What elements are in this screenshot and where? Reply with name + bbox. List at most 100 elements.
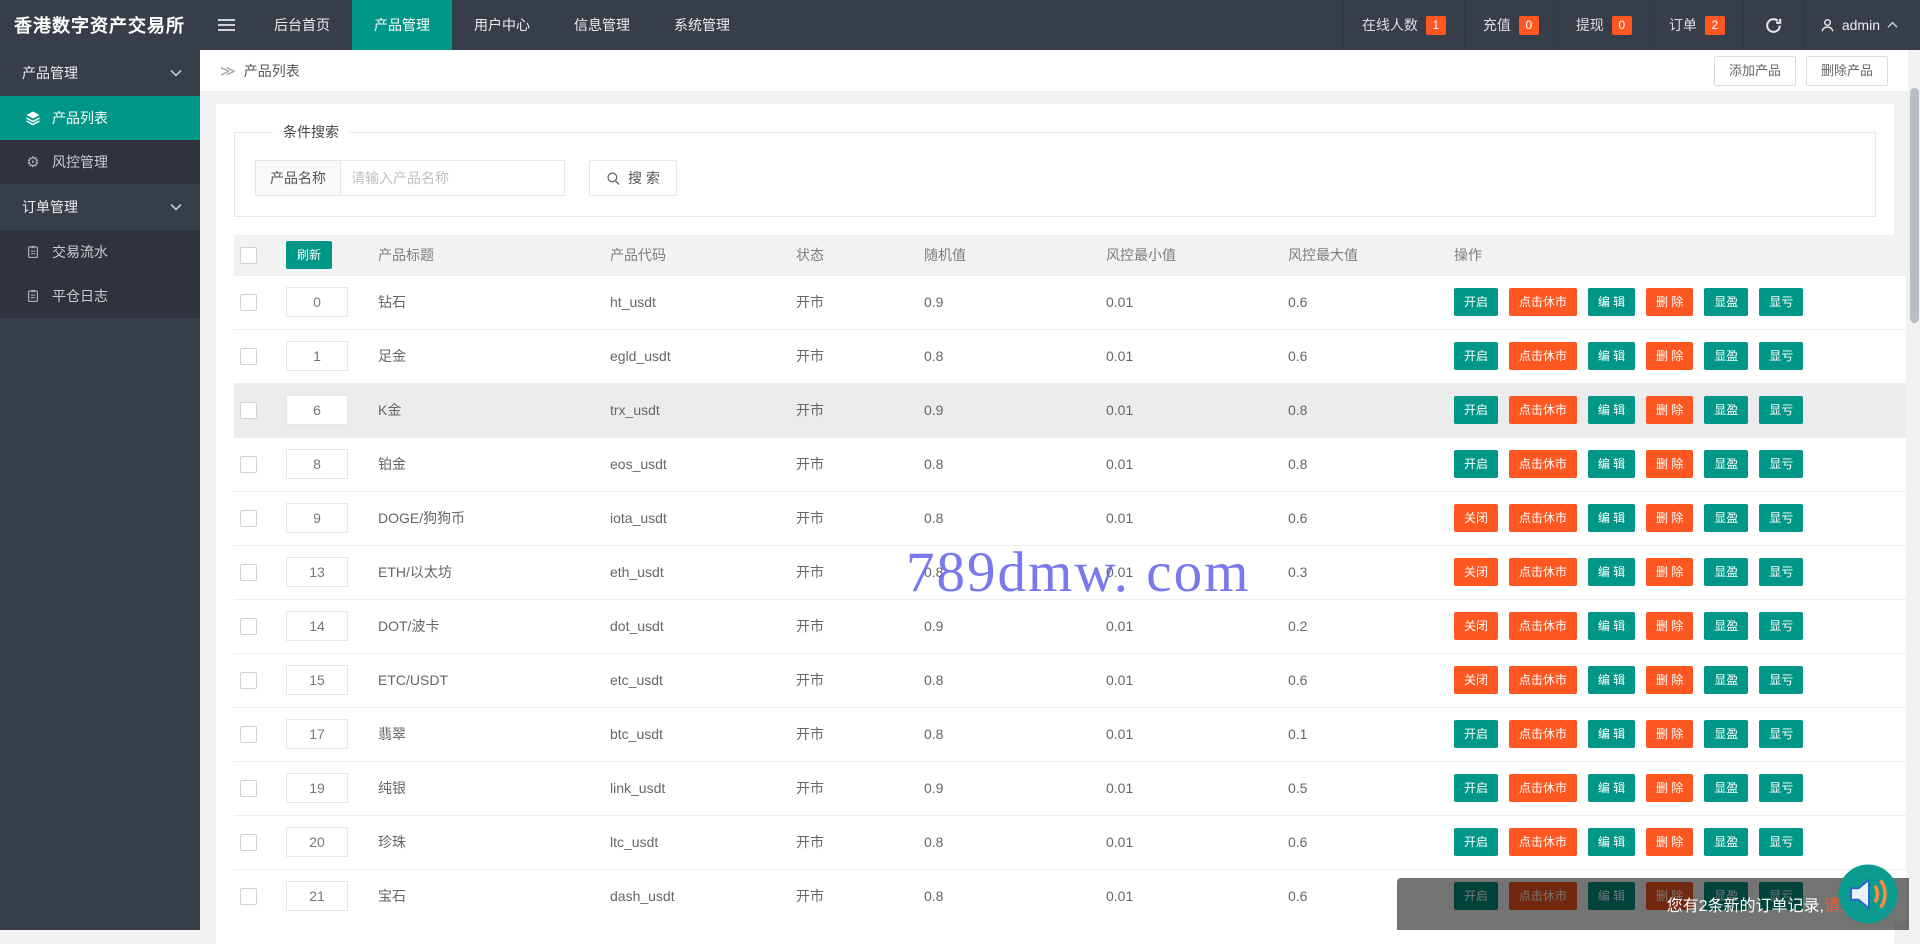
show-loss-button[interactable]: 显亏: [1759, 666, 1803, 694]
rest-market-button[interactable]: 点击休市: [1509, 342, 1577, 370]
edit-button[interactable]: 编 辑: [1588, 342, 1635, 370]
edit-button[interactable]: 编 辑: [1588, 720, 1635, 748]
sidebar-item-product-list[interactable]: 产品列表: [0, 96, 200, 140]
edit-button[interactable]: 编 辑: [1588, 828, 1635, 856]
row-checkbox[interactable]: [240, 780, 257, 797]
show-loss-button[interactable]: 显亏: [1759, 774, 1803, 802]
show-profit-button[interactable]: 显盈: [1704, 828, 1748, 856]
toggle-market-button[interactable]: 开启: [1454, 720, 1498, 748]
toggle-market-button[interactable]: 关闭: [1454, 504, 1498, 532]
show-loss-button[interactable]: 显亏: [1759, 720, 1803, 748]
row-checkbox[interactable]: [240, 834, 257, 851]
sidebar-group-product[interactable]: 产品管理: [0, 50, 200, 96]
show-loss-button[interactable]: 显亏: [1759, 288, 1803, 316]
toggle-market-button[interactable]: 开启: [1454, 828, 1498, 856]
select-all-checkbox[interactable]: [240, 247, 257, 264]
show-profit-button[interactable]: 显盈: [1704, 720, 1748, 748]
rest-market-button[interactable]: 点击休市: [1509, 774, 1577, 802]
tab-product-management[interactable]: 产品管理: [352, 0, 452, 50]
tab-user-center[interactable]: 用户中心: [452, 0, 552, 50]
sort-order-input[interactable]: 0: [286, 287, 348, 317]
user-menu[interactable]: admin: [1803, 0, 1920, 50]
show-profit-button[interactable]: 显盈: [1704, 666, 1748, 694]
delete-product-button[interactable]: 删除产品: [1806, 56, 1888, 86]
toggle-market-button[interactable]: 开启: [1454, 342, 1498, 370]
delete-button[interactable]: 删 除: [1646, 342, 1693, 370]
show-loss-button[interactable]: 显亏: [1759, 450, 1803, 478]
collapse-sidebar-button[interactable]: [200, 0, 252, 50]
orders-stat[interactable]: 订单 2: [1650, 0, 1743, 50]
show-loss-button[interactable]: 显亏: [1759, 612, 1803, 640]
product-name-input[interactable]: [340, 160, 565, 196]
row-checkbox[interactable]: [240, 348, 257, 365]
show-loss-button[interactable]: 显亏: [1759, 558, 1803, 586]
sort-order-input[interactable]: 8: [286, 449, 348, 479]
toggle-market-button[interactable]: 关闭: [1454, 666, 1498, 694]
toggle-market-button[interactable]: 开启: [1454, 774, 1498, 802]
toggle-market-button[interactable]: 开启: [1454, 450, 1498, 478]
row-checkbox[interactable]: [240, 726, 257, 743]
delete-button[interactable]: 删 除: [1646, 288, 1693, 316]
add-product-button[interactable]: 添加产品: [1714, 56, 1796, 86]
withdraw-stat[interactable]: 提现 0: [1557, 0, 1650, 50]
sort-order-input[interactable]: 14: [286, 611, 348, 641]
refresh-table-button[interactable]: 刷新: [286, 241, 332, 269]
sort-order-input[interactable]: 13: [286, 557, 348, 587]
sort-order-input[interactable]: 15: [286, 665, 348, 695]
show-loss-button[interactable]: 显亏: [1759, 342, 1803, 370]
edit-button[interactable]: 编 辑: [1588, 612, 1635, 640]
sidebar-item-risk-management[interactable]: ⚙ 风控管理: [0, 140, 200, 184]
rest-market-button[interactable]: 点击休市: [1509, 828, 1577, 856]
toggle-market-button[interactable]: 开启: [1454, 288, 1498, 316]
notification-sound-button[interactable]: [1836, 862, 1900, 926]
row-checkbox[interactable]: [240, 456, 257, 473]
rest-market-button[interactable]: 点击休市: [1509, 720, 1577, 748]
sidebar-item-trade-flow[interactable]: 交易流水: [0, 230, 200, 274]
edit-button[interactable]: 编 辑: [1588, 396, 1635, 424]
show-loss-button[interactable]: 显亏: [1759, 828, 1803, 856]
delete-button[interactable]: 删 除: [1646, 558, 1693, 586]
show-profit-button[interactable]: 显盈: [1704, 288, 1748, 316]
rest-market-button[interactable]: 点击休市: [1509, 612, 1577, 640]
edit-button[interactable]: 编 辑: [1588, 666, 1635, 694]
rest-market-button[interactable]: 点击休市: [1509, 666, 1577, 694]
sort-order-input[interactable]: 9: [286, 503, 348, 533]
show-loss-button[interactable]: 显亏: [1759, 504, 1803, 532]
tab-system-management[interactable]: 系统管理: [652, 0, 752, 50]
tab-info-management[interactable]: 信息管理: [552, 0, 652, 50]
rest-market-button[interactable]: 点击休市: [1509, 288, 1577, 316]
show-profit-button[interactable]: 显盈: [1704, 396, 1748, 424]
toggle-market-button[interactable]: 开启: [1454, 396, 1498, 424]
refresh-page-button[interactable]: [1743, 0, 1803, 50]
rest-market-button[interactable]: 点击休市: [1509, 396, 1577, 424]
rest-market-button[interactable]: 点击休市: [1509, 558, 1577, 586]
deposit-stat[interactable]: 充值 0: [1464, 0, 1557, 50]
toggle-market-button[interactable]: 关闭: [1454, 558, 1498, 586]
show-profit-button[interactable]: 显盈: [1704, 774, 1748, 802]
search-button[interactable]: 搜 索: [589, 160, 677, 196]
rest-market-button[interactable]: 点击休市: [1509, 450, 1577, 478]
row-checkbox[interactable]: [240, 564, 257, 581]
toggle-market-button[interactable]: 关闭: [1454, 612, 1498, 640]
scrollbar-thumb[interactable]: [1910, 88, 1919, 323]
delete-button[interactable]: 删 除: [1646, 504, 1693, 532]
show-loss-button[interactable]: 显亏: [1759, 396, 1803, 424]
show-profit-button[interactable]: 显盈: [1704, 342, 1748, 370]
show-profit-button[interactable]: 显盈: [1704, 558, 1748, 586]
delete-button[interactable]: 删 除: [1646, 396, 1693, 424]
row-checkbox[interactable]: [240, 618, 257, 635]
edit-button[interactable]: 编 辑: [1588, 288, 1635, 316]
edit-button[interactable]: 编 辑: [1588, 558, 1635, 586]
sidebar-item-close-log[interactable]: 平仓日志: [0, 274, 200, 318]
delete-button[interactable]: 删 除: [1646, 612, 1693, 640]
row-checkbox[interactable]: [240, 672, 257, 689]
show-profit-button[interactable]: 显盈: [1704, 504, 1748, 532]
rest-market-button[interactable]: 点击休市: [1509, 504, 1577, 532]
edit-button[interactable]: 编 辑: [1588, 450, 1635, 478]
sort-order-input[interactable]: 17: [286, 719, 348, 749]
tab-dashboard[interactable]: 后台首页: [252, 0, 352, 50]
sort-order-input[interactable]: 21: [286, 881, 348, 911]
edit-button[interactable]: 编 辑: [1588, 504, 1635, 532]
row-checkbox[interactable]: [240, 294, 257, 311]
delete-button[interactable]: 删 除: [1646, 828, 1693, 856]
